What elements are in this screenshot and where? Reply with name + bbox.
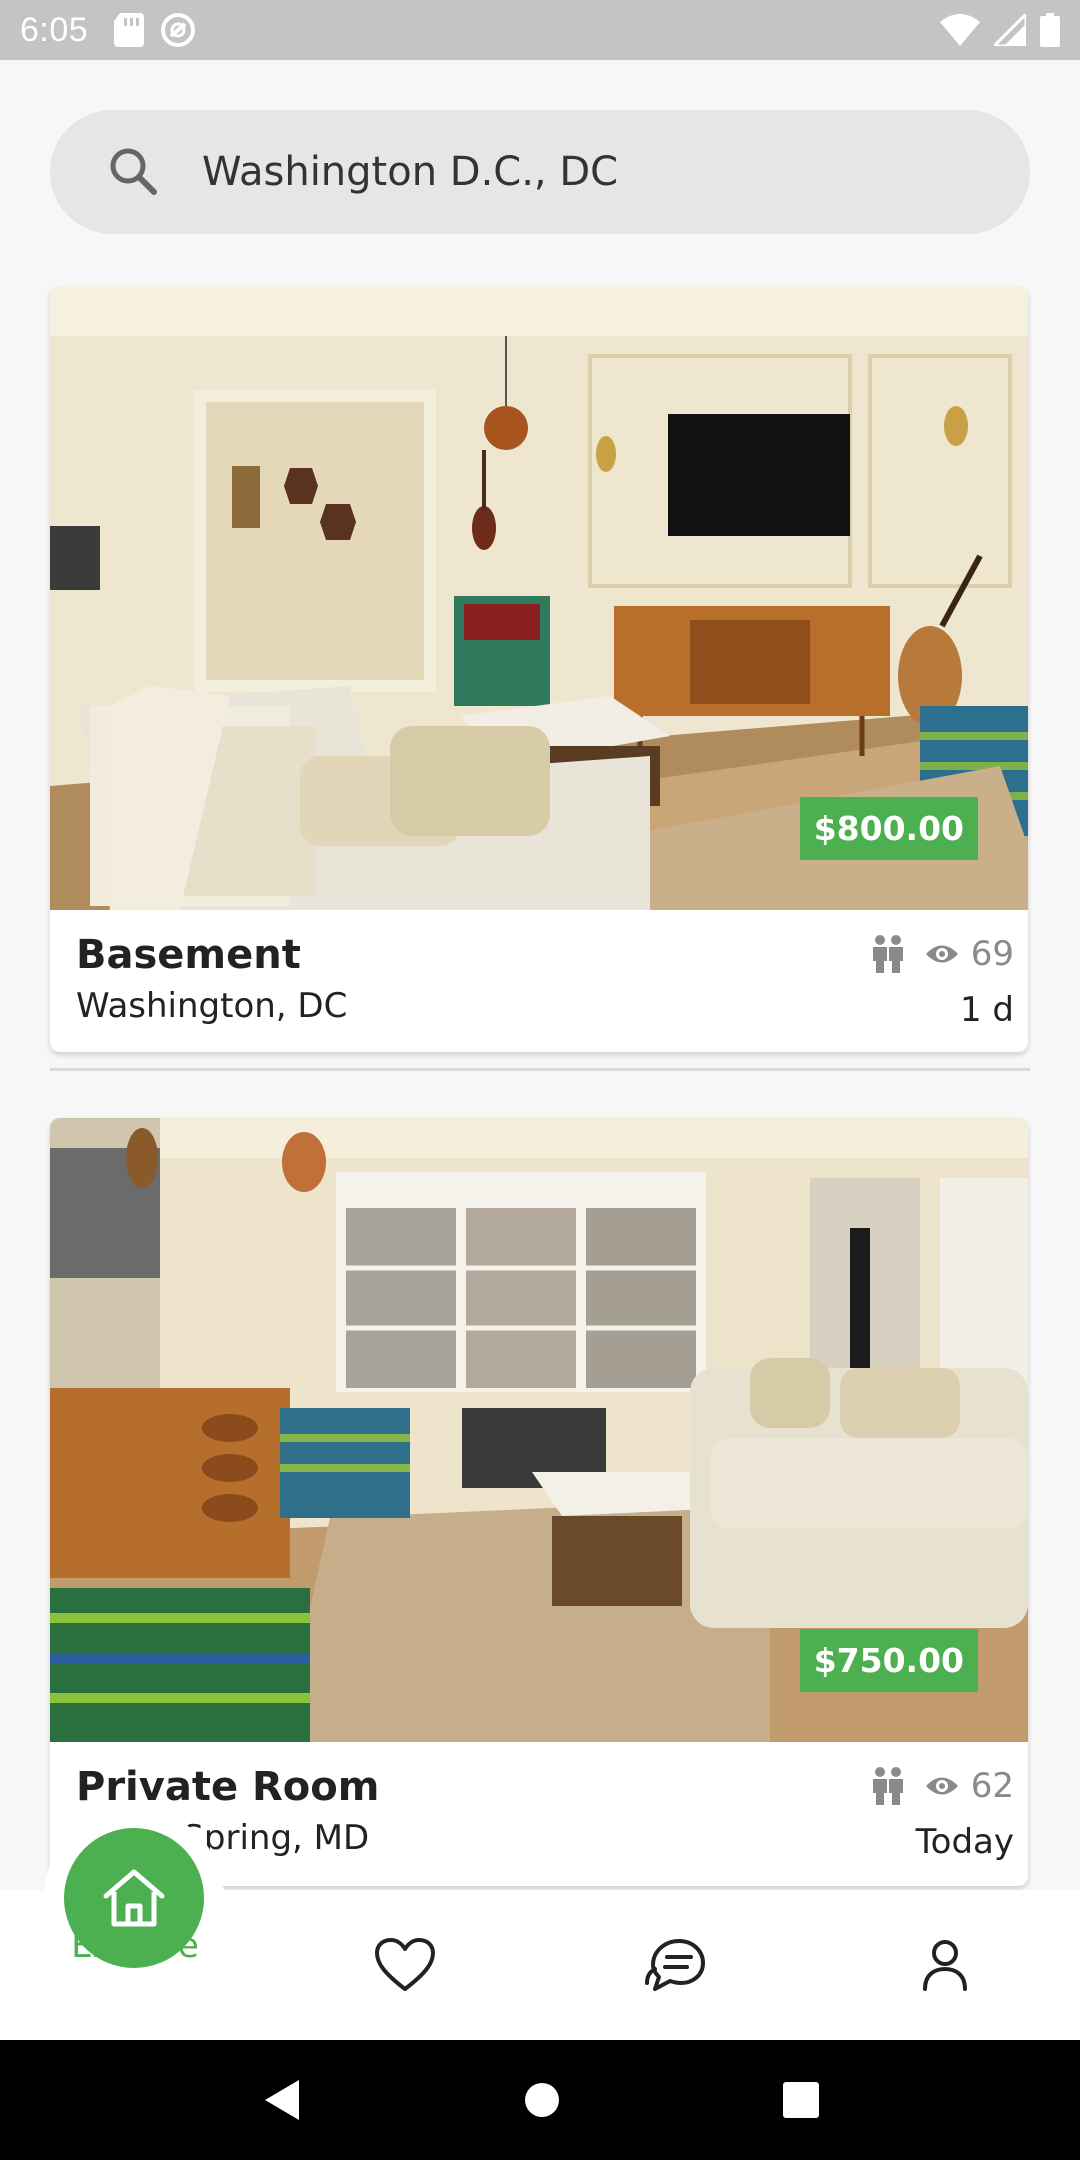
wifi-icon (940, 14, 980, 46)
listing-age: 1 d (959, 990, 1014, 1030)
listing-card[interactable]: $750.00 Private Room Silver Spring, MD 6… (50, 1118, 1028, 1886)
listing-location: Silver Spring, MD (76, 1818, 370, 1858)
roommates-icon (872, 935, 903, 973)
back-icon[interactable] (261, 2078, 301, 2122)
price-tag: $800.00 (799, 797, 978, 860)
views-value: 69 (970, 934, 1014, 974)
heart-icon (375, 1938, 435, 1991)
data-saver-icon (161, 13, 196, 47)
price-tag: $750.00 (799, 1629, 978, 1692)
listing-meta: 69 (871, 934, 1014, 974)
views-count: 69 (925, 934, 1014, 974)
search-icon (110, 148, 157, 195)
status-time: 6:05 (20, 10, 89, 49)
views-value: 62 (970, 1766, 1014, 1806)
views-count: 62 (925, 1766, 1014, 1806)
card-divider (50, 1068, 1030, 1071)
battery-icon (1040, 13, 1060, 47)
listing-age: Today (915, 1822, 1014, 1862)
listing-meta: 62 (871, 1766, 1014, 1806)
sd-card-icon (114, 13, 145, 47)
recents-icon[interactable] (783, 2082, 819, 2118)
eye-icon (925, 945, 958, 963)
explore-label: Explore (71, 1926, 199, 1966)
chat-icon (645, 1939, 705, 1991)
listing-info: Basement Washington, DC 69 1 d (50, 910, 1028, 1052)
listing-card[interactable]: $800.00 Basement Washington, DC 69 1 d (50, 286, 1028, 1052)
nav-favorites[interactable] (270, 1890, 540, 2040)
search-bar[interactable]: Washington D.C., DC (50, 110, 1030, 234)
nav-explore[interactable]: Explore (0, 1808, 270, 2040)
eye-icon (925, 1777, 958, 1795)
listing-photo[interactable]: $750.00 (50, 1118, 1028, 1742)
roommates-icon (872, 1767, 903, 1805)
nav-messages[interactable] (540, 1890, 810, 2040)
home-circle-icon[interactable] (523, 2081, 561, 2119)
listing-location: Washington, DC (76, 986, 348, 1026)
system-nav-bar (0, 2040, 1080, 2160)
listing-title: Private Room (76, 1764, 380, 1810)
nav-profile[interactable] (810, 1890, 1080, 2040)
status-bar: 6:05 (0, 0, 1080, 60)
search-input[interactable]: Washington D.C., DC (202, 149, 618, 195)
profile-icon (923, 1940, 967, 1991)
cell-signal-icon (994, 14, 1026, 46)
home-icon (103, 1869, 165, 1927)
listing-title: Basement (76, 932, 301, 978)
bottom-nav: Explore (0, 1808, 1080, 2040)
listing-photo[interactable]: $800.00 (50, 286, 1028, 910)
